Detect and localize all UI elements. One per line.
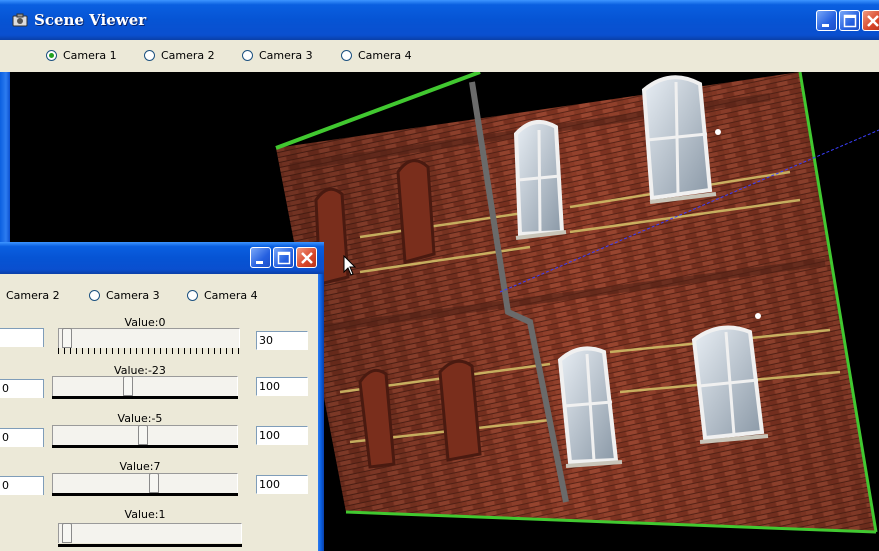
slider-track[interactable] bbox=[58, 523, 242, 543]
mouse-cursor-icon bbox=[343, 255, 357, 276]
close-icon bbox=[301, 252, 313, 264]
slider-thumb[interactable] bbox=[138, 425, 148, 445]
slider-row: Value:1 bbox=[0, 508, 318, 551]
radio-camera-2[interactable]: Camera 2 bbox=[144, 49, 215, 62]
slider-left-field[interactable] bbox=[0, 328, 44, 347]
slider-row: Value:-5 0 100 bbox=[0, 412, 318, 462]
close-icon bbox=[867, 15, 879, 27]
window-title: Scene Viewer bbox=[34, 11, 147, 29]
slider-thumb[interactable] bbox=[62, 523, 72, 543]
radio-camera-1[interactable]: Camera 1 bbox=[46, 49, 117, 62]
control-panel: Camera 2 Camera 3 Camera 4 Value:0 30 Va… bbox=[0, 274, 318, 551]
slider-max-field[interactable]: 100 bbox=[256, 475, 308, 494]
control-maximize-button[interactable] bbox=[273, 247, 294, 268]
slider-row: Value:7 0 100 bbox=[0, 460, 318, 510]
slider-track[interactable] bbox=[52, 473, 238, 493]
window-frame-left bbox=[0, 72, 10, 242]
slider-max-field[interactable]: 100 bbox=[256, 377, 308, 396]
slider-thumb[interactable] bbox=[123, 376, 133, 396]
control-radio-camera-2[interactable]: Camera 2 bbox=[6, 289, 60, 302]
slider-baseline bbox=[52, 445, 238, 448]
radio-empty-icon bbox=[341, 50, 352, 61]
slider-value-label: Value:1 bbox=[124, 508, 166, 521]
slider-left-field[interactable]: 0 bbox=[0, 379, 44, 398]
control-minimize-button[interactable] bbox=[250, 247, 271, 268]
slider-thumb[interactable] bbox=[62, 328, 72, 348]
maximize-icon bbox=[277, 251, 291, 265]
radio-selected-icon bbox=[46, 50, 57, 61]
control-radio-camera-4[interactable]: Camera 4 bbox=[187, 289, 258, 302]
minimize-icon bbox=[256, 261, 263, 264]
main-title-bar[interactable]: Scene Viewer bbox=[0, 0, 879, 40]
camera-control-window: Camera 2 Camera 3 Camera 4 Value:0 30 Va… bbox=[0, 242, 324, 551]
radio-label: Camera 3 bbox=[259, 49, 313, 62]
slider-row: Value:-23 0 100 bbox=[0, 364, 318, 414]
slider-value-label: Value:7 bbox=[119, 460, 161, 473]
slider-row: Value:0 30 bbox=[0, 316, 318, 366]
close-button[interactable] bbox=[862, 10, 879, 31]
slider-value-label: Value:-5 bbox=[117, 412, 163, 425]
slider-track[interactable] bbox=[58, 328, 240, 348]
minimize-button[interactable] bbox=[816, 10, 837, 31]
slider-left-field[interactable]: 0 bbox=[0, 428, 44, 447]
minimize-icon bbox=[822, 24, 829, 27]
radio-camera-4[interactable]: Camera 4 bbox=[341, 49, 412, 62]
radio-label: Camera 1 bbox=[63, 49, 117, 62]
slider-max-field[interactable]: 30 bbox=[256, 331, 308, 350]
radio-empty-icon bbox=[89, 290, 100, 301]
radio-empty-icon bbox=[187, 290, 198, 301]
slider-ticks bbox=[58, 348, 240, 354]
radio-label: Camera 4 bbox=[204, 289, 258, 302]
radio-label: Camera 4 bbox=[358, 49, 412, 62]
slider-max-field[interactable]: 100 bbox=[256, 426, 308, 445]
radio-empty-icon bbox=[242, 50, 253, 61]
radio-empty-icon bbox=[144, 50, 155, 61]
slider-track[interactable] bbox=[52, 425, 238, 445]
control-radio-camera-3[interactable]: Camera 3 bbox=[89, 289, 160, 302]
slider-track[interactable] bbox=[52, 376, 238, 396]
radio-label: Camera 2 bbox=[161, 49, 215, 62]
slider-baseline bbox=[52, 396, 238, 399]
maximize-button[interactable] bbox=[839, 10, 860, 31]
control-title-bar[interactable] bbox=[0, 242, 324, 274]
radio-label: Camera 2 bbox=[6, 289, 60, 302]
radio-camera-3[interactable]: Camera 3 bbox=[242, 49, 313, 62]
camera-app-icon bbox=[12, 13, 28, 27]
control-close-button[interactable] bbox=[296, 247, 317, 268]
window-frame-right bbox=[318, 274, 324, 551]
maximize-icon bbox=[843, 14, 857, 28]
slider-thumb[interactable] bbox=[149, 473, 159, 493]
radio-label: Camera 3 bbox=[106, 289, 160, 302]
camera-selector: Camera 1 Camera 2 Camera 3 Camera 4 bbox=[0, 40, 879, 72]
slider-baseline bbox=[52, 493, 238, 496]
slider-baseline bbox=[58, 544, 242, 547]
slider-left-field[interactable]: 0 bbox=[0, 476, 44, 495]
